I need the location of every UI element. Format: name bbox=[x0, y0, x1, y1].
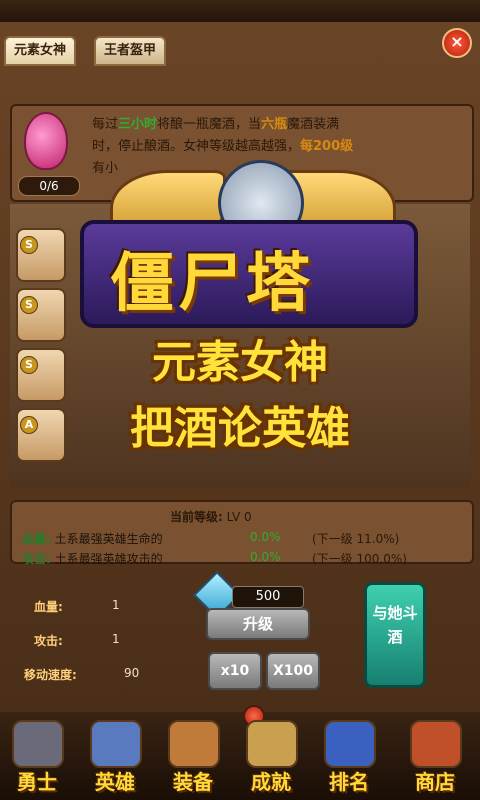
level-display: 当前等级: LV 0 bbox=[170, 510, 252, 524]
shop-icon bbox=[410, 720, 462, 768]
nav-shop[interactable]: 商店 bbox=[398, 718, 472, 798]
upgrade-cost: 500 bbox=[232, 586, 304, 608]
attr-value-atk: 1 bbox=[112, 632, 120, 646]
x10-button[interactable]: x10 bbox=[208, 652, 262, 690]
equipment-icon bbox=[168, 720, 220, 768]
nav-hero[interactable]: 英雄 bbox=[78, 718, 152, 798]
hero-icon bbox=[90, 720, 142, 768]
attr-label-atk: 攻击: bbox=[34, 634, 63, 648]
top-bar bbox=[0, 0, 480, 22]
game-logo: 僵尸塔 bbox=[40, 150, 440, 340]
attr-value-speed: 90 bbox=[124, 666, 140, 680]
close-button[interactable]: × bbox=[442, 28, 472, 58]
tab-element-goddess[interactable]: 元素女神 bbox=[4, 36, 77, 66]
rank-badge: S bbox=[20, 296, 38, 314]
rank-badge: S bbox=[20, 236, 38, 254]
tagline-goddess: 元素女神 bbox=[152, 337, 328, 388]
logo-title: 僵尸塔 bbox=[110, 247, 314, 321]
helmet-icon bbox=[12, 720, 64, 768]
attr-label-hp: 血量: bbox=[34, 600, 63, 614]
bonus-row-hp: 血量: 土系最强英雄生命的 0.0% (下一级 11.0%) bbox=[22, 530, 400, 546]
tagline-hero: 把酒论英雄 bbox=[130, 403, 350, 454]
ranking-icon bbox=[324, 720, 376, 768]
upgrade-button[interactable]: 升级 bbox=[206, 608, 310, 640]
attr-label-speed: 移动速度: bbox=[24, 668, 77, 682]
x100-button[interactable]: X100 bbox=[266, 652, 320, 690]
nav-equipment[interactable]: 装备 bbox=[156, 718, 230, 798]
nav-ranking[interactable]: 排名 bbox=[312, 718, 386, 798]
nav-warrior[interactable]: 勇士 bbox=[0, 718, 74, 798]
bonus-row-atk: 攻击: 土系最强英雄攻击的 0.0% (下一级 100.0%) bbox=[22, 550, 407, 566]
attr-value-hp: 1 bbox=[112, 598, 120, 612]
nav-achievement[interactable]: 成就 bbox=[234, 718, 308, 798]
tab-king-armor[interactable]: 王者盔甲 bbox=[94, 36, 167, 66]
fight-button[interactable]: 与她斗酒 bbox=[364, 582, 426, 688]
achievement-icon bbox=[246, 720, 298, 768]
